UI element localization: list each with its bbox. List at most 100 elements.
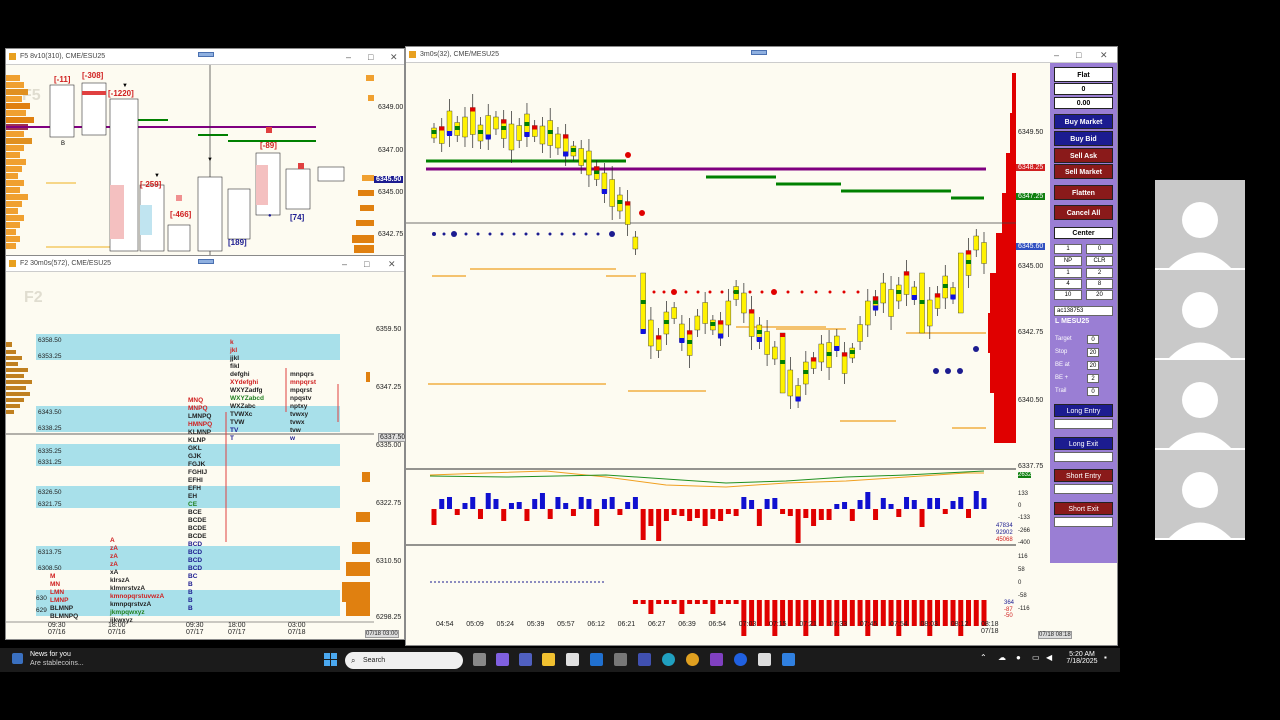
trail-input[interactable]: 0: [1087, 387, 1099, 396]
qty-preset[interactable]: 2: [1086, 268, 1113, 278]
target-input[interactable]: 0: [1087, 335, 1099, 344]
delta-bar: [687, 509, 693, 521]
visual-studio-icon[interactable]: [710, 653, 723, 666]
close-icon[interactable]: ✕: [1100, 47, 1108, 63]
tray-chevron-icon[interactable]: ⌃: [980, 653, 987, 662]
close-icon[interactable]: ✕: [390, 49, 398, 65]
long-entry-select[interactable]: [1054, 419, 1113, 429]
news-widget[interactable]: News for you Are stablecoins...: [12, 651, 92, 669]
buy-market-button[interactable]: Buy Market: [1054, 114, 1113, 129]
clr-button[interactable]: CLR: [1086, 256, 1113, 266]
title-bar[interactable]: F5 8v10(310), CME/ESU25 – □ ✕: [6, 49, 404, 65]
candle-band: [625, 201, 631, 206]
trading-app-icon[interactable]: [758, 653, 771, 666]
weather-icon: [12, 653, 23, 664]
maximize-icon[interactable]: □: [364, 256, 369, 272]
news-subtitle: Are stablecoins...: [30, 660, 84, 667]
be-at-input[interactable]: 20: [1087, 361, 1099, 370]
position-pnl: 0.00: [1054, 97, 1113, 109]
short-exit-select[interactable]: [1054, 517, 1113, 527]
delta-bar: [671, 509, 677, 515]
sell-ask-button[interactable]: Sell Ask: [1054, 148, 1113, 163]
time-label: 05:39: [526, 621, 545, 628]
minimize-icon[interactable]: –: [342, 256, 347, 272]
qty-preset[interactable]: 1: [1054, 268, 1082, 278]
flatten-button[interactable]: Flatten: [1054, 185, 1113, 200]
candlestick-chart-main[interactable]: [406, 63, 1051, 647]
minimize-icon[interactable]: –: [1054, 47, 1059, 63]
onedrive-icon[interactable]: ☁: [998, 653, 1006, 662]
svg-text:▼: ▼: [207, 157, 213, 163]
participant-avatar[interactable]: [1155, 180, 1245, 270]
delta-bar: [718, 509, 724, 521]
window-main-chart[interactable]: 3m0s(32), CME/MESU25 – □ ✕ 6349.50 6345.…: [405, 46, 1118, 646]
participant-avatar[interactable]: [1155, 450, 1245, 540]
stop-input[interactable]: 20: [1087, 348, 1099, 357]
maximize-icon[interactable]: □: [1076, 47, 1081, 63]
cancel-all-button[interactable]: Cancel All: [1054, 205, 1113, 220]
volume-icon[interactable]: ◀: [1046, 653, 1052, 662]
tpo-chart-f2[interactable]: F2 6358.50 6353.25 6343.50 6338.25 6335.…: [6, 272, 404, 640]
microphone-icon[interactable]: ●: [1016, 653, 1021, 662]
center-button[interactable]: Center: [1054, 227, 1113, 239]
long-exit-button[interactable]: Long Exit: [1054, 437, 1113, 450]
qty-preset[interactable]: 10: [1054, 290, 1082, 300]
qty-preset[interactable]: 20: [1086, 290, 1113, 300]
delta-bar: [532, 499, 538, 509]
maximize-icon[interactable]: □: [368, 49, 373, 65]
copilot-icon[interactable]: [496, 653, 509, 666]
app-icon[interactable]: [782, 653, 795, 666]
minimize-icon[interactable]: –: [346, 49, 351, 65]
be-plus-input[interactable]: 2: [1087, 374, 1099, 383]
qty-input[interactable]: 1: [1054, 244, 1082, 254]
svg-text:MNQ: MNQ: [188, 397, 203, 404]
window-top-left[interactable]: F5 8v10(310), CME/ESU25 – □ ✕ F5 B ▼ ▼ ▼…: [5, 48, 405, 256]
delta-bar: [818, 509, 824, 520]
candle-band: [904, 271, 910, 276]
long-entry-button[interactable]: Long Entry: [1054, 404, 1113, 417]
candle-body: [981, 242, 987, 264]
qty-preset[interactable]: 4: [1054, 279, 1082, 289]
edge-icon[interactable]: [662, 653, 675, 666]
notification-icon[interactable]: ▪: [1104, 653, 1107, 662]
np-button[interactable]: NP: [1054, 256, 1082, 266]
store-icon[interactable]: [566, 653, 579, 666]
window-bottom-left[interactable]: F2 30m0s(572), CME/ESU25 – □ ✕ F2 6358.5…: [5, 255, 408, 640]
long-exit-select[interactable]: [1054, 452, 1113, 462]
svg-text:CE: CE: [188, 501, 198, 508]
qty-right[interactable]: 0: [1086, 244, 1113, 254]
footprint-chart-f5[interactable]: F5 B ▼ ▼ ▼ ● [-11] [-308] [-1220] [-259]…: [6, 65, 404, 255]
file-explorer-icon[interactable]: [542, 653, 555, 666]
chrome-icon[interactable]: [686, 653, 699, 666]
start-button[interactable]: [324, 653, 337, 666]
sell-market-button[interactable]: Sell Market: [1054, 164, 1113, 179]
title-bar[interactable]: 3m0s(32), CME/MESU25 – □ ✕: [406, 47, 1117, 63]
participant-avatar[interactable]: [1155, 270, 1245, 360]
qty-preset[interactable]: 8: [1086, 279, 1113, 289]
teams-icon[interactable]: [519, 653, 532, 666]
task-view-icon[interactable]: [473, 653, 486, 666]
drag-grip[interactable]: [751, 50, 767, 55]
level-labels: 6358.50 6353.25 6343.50 6338.25 6335.25 …: [36, 337, 62, 614]
account-select[interactable]: ac138753: [1054, 306, 1113, 316]
drag-grip[interactable]: [198, 259, 214, 264]
candle-body: [609, 179, 615, 207]
close-icon[interactable]: ✕: [388, 256, 396, 272]
short-exit-button[interactable]: Short Exit: [1054, 502, 1113, 515]
zoom-icon[interactable]: [734, 653, 747, 666]
outlook-icon[interactable]: [590, 653, 603, 666]
teams-alt-icon[interactable]: [638, 653, 651, 666]
search-box[interactable]: ⌕ Search: [345, 652, 463, 669]
buy-bid-button[interactable]: Buy Bid: [1054, 131, 1113, 146]
price-axis-label: 6347.00: [378, 147, 404, 154]
short-entry-select[interactable]: [1054, 484, 1113, 494]
symbol-label: L MESU25: [1055, 318, 1090, 325]
clock[interactable]: 5:20 AM 7/18/2025: [1064, 651, 1100, 665]
drag-grip[interactable]: [198, 52, 214, 57]
settings-icon[interactable]: [614, 653, 627, 666]
ind2-label: 116: [1018, 554, 1028, 560]
participant-avatar[interactable]: [1155, 360, 1245, 450]
network-icon[interactable]: ▭: [1032, 653, 1040, 662]
short-entry-button[interactable]: Short Entry: [1054, 469, 1113, 482]
title-bar[interactable]: F2 30m0s(572), CME/ESU25 – □ ✕: [6, 256, 404, 272]
